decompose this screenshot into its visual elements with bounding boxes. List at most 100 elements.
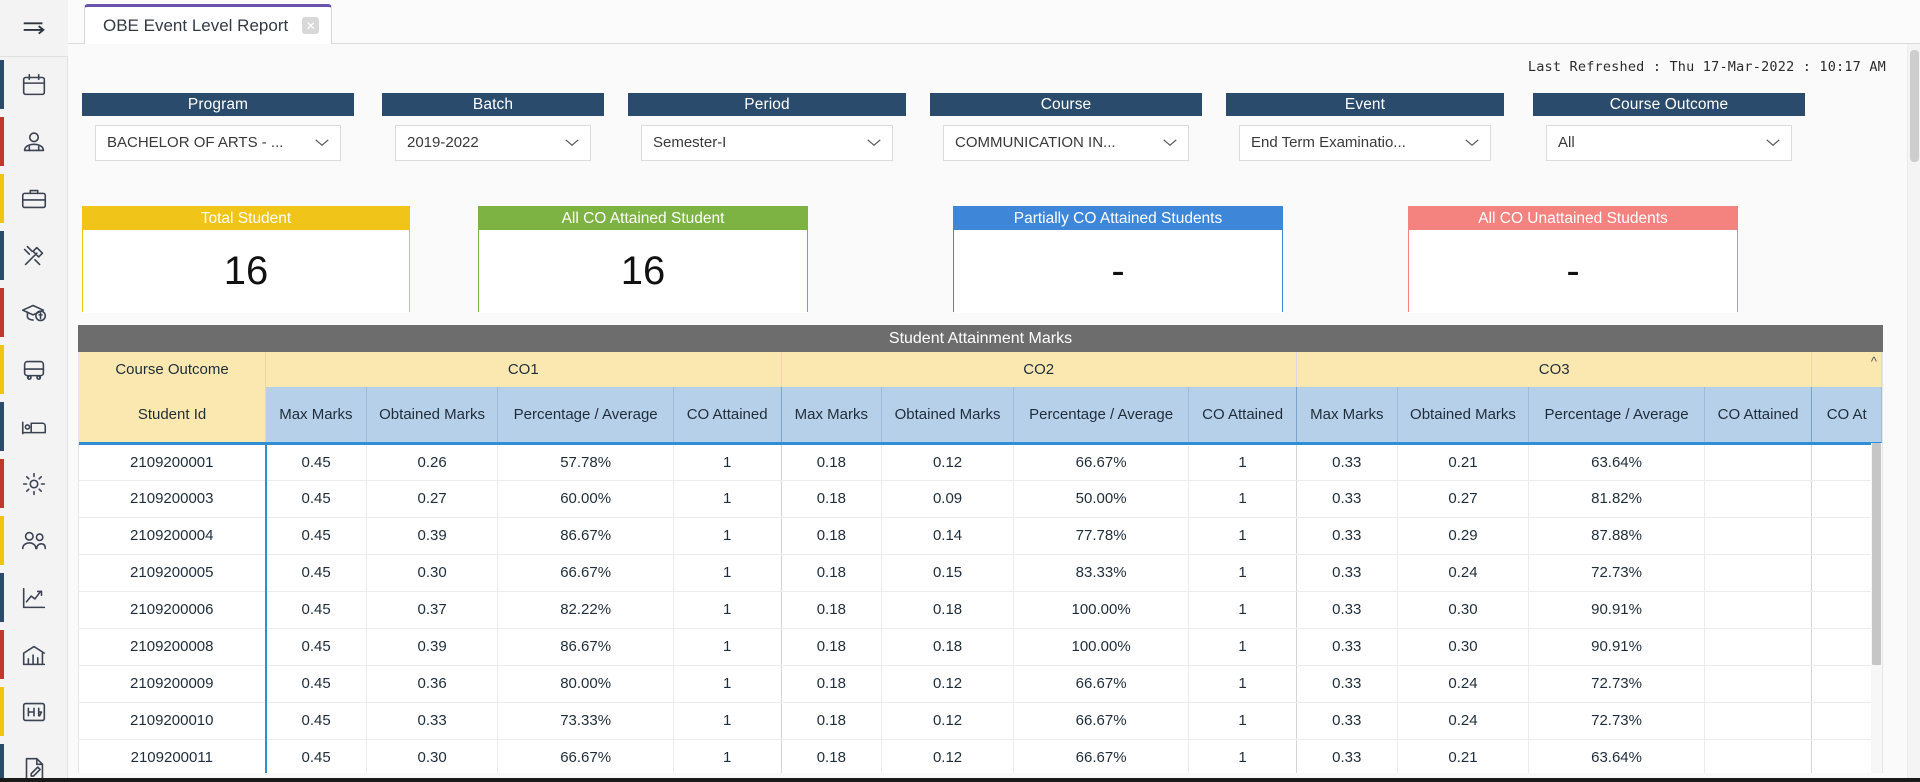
cell-co2-1: 0.18 — [881, 591, 1014, 629]
cell-student-id: 2109200004 — [79, 517, 267, 555]
close-icon[interactable]: ✕ — [302, 17, 320, 34]
cell-co1-0: 0.45 — [265, 443, 367, 481]
sidebar-item-hr[interactable] — [0, 683, 68, 740]
cell-co1-3: 1 — [673, 554, 782, 592]
grid-column-co1-max-marks[interactable]: Max Marks — [265, 387, 367, 445]
kpi-label: All CO Attained Student — [479, 207, 807, 230]
sidebar-toggle-button[interactable] — [0, 0, 68, 56]
kpi-value: - — [1409, 230, 1737, 313]
sidebar-accent-bar — [0, 516, 4, 565]
chevron-down-icon — [1163, 139, 1177, 147]
grid-column-co3-co-attained[interactable]: CO Attained — [1704, 387, 1813, 445]
sidebar-item-people[interactable] — [0, 512, 68, 569]
cell-co1-2: 82.22% — [497, 591, 674, 629]
chevron-up-icon[interactable]: ^ — [1871, 355, 1877, 368]
cell-student-id: 2109200001 — [79, 443, 267, 481]
cell-co2-1: 0.12 — [881, 739, 1014, 773]
cell-co1-2: 80.00% — [497, 665, 674, 703]
menu-expand-icon — [23, 22, 45, 35]
grid-column-co3-max-marks[interactable]: Max Marks — [1296, 387, 1398, 445]
filter-label: Period — [628, 93, 906, 116]
table-row[interactable]: 2109200011 0.45 0.30 66.67% 1 0.18 0.12 66.67% 1… — [79, 739, 1882, 773]
sidebar-item-document-edit[interactable] — [0, 740, 68, 782]
page-scrollbar-thumb[interactable] — [1910, 50, 1919, 162]
cell-co2-3: 1 — [1188, 554, 1297, 592]
cell-co1-1: 0.36 — [366, 665, 499, 703]
filter-course: Course COMMUNICATION IN... — [930, 93, 1202, 169]
cell-co3-0: 0.33 — [1296, 480, 1398, 518]
attainment-grid-container: Course Outcome CO1 CO2 CO3 Student Id Max Mar… — [78, 352, 1883, 773]
cell-student-id: 2109200011 — [79, 739, 267, 773]
grid-column-co1-percentage-average[interactable]: Percentage / Average — [497, 387, 674, 445]
table-row[interactable]: 2109200008 0.45 0.39 86.67% 1 0.18 0.18 100.00%… — [79, 628, 1882, 666]
hr-icon — [22, 702, 45, 721]
filter-body: Semester-I — [628, 116, 906, 169]
cell-co3-1: 0.24 — [1397, 665, 1530, 703]
filter-select-batch[interactable]: 2019-2022 — [395, 124, 591, 161]
table-row[interactable]: 2109200010 0.45 0.33 73.33% 1 0.18 0.12 66.67% 1… — [79, 702, 1882, 740]
grid-column-co3-co-attained-partial[interactable]: CO At — [1811, 387, 1882, 445]
grid-column-co2-percentage-average[interactable]: Percentage / Average — [1013, 387, 1190, 445]
grid-column-co2-obtained-marks[interactable]: Obtained Marks — [881, 387, 1014, 445]
table-row[interactable]: 2109200004 0.45 0.39 86.67% 1 0.18 0.14 77.78% 1… — [79, 517, 1882, 555]
tab-obe-event-level-report[interactable]: OBE Event Level Report ✕ — [84, 4, 333, 44]
tab-label: OBE Event Level Report — [103, 15, 289, 35]
filter-select-course-outcome[interactable]: All — [1546, 124, 1792, 161]
sidebar-item-line-chart[interactable] — [0, 569, 68, 626]
grid-scrollbar-thumb[interactable] — [1872, 443, 1881, 665]
kpi-label: Partially CO Attained Students — [954, 207, 1282, 230]
filter-label: Event — [1226, 93, 1504, 116]
table-row[interactable]: 2109200001 0.45 0.26 57.78% 1 0.18 0.12 66.67% 1… — [79, 443, 1882, 481]
sidebar-item-gear[interactable] — [0, 455, 68, 512]
table-row[interactable]: 2109200005 0.45 0.30 66.67% 1 0.18 0.15 83.33% 1… — [79, 554, 1882, 592]
table-row[interactable]: 2109200003 0.45 0.27 60.00% 1 0.18 0.09 50.00% 1… — [79, 480, 1882, 518]
grid-group-co2: CO2 — [781, 352, 1297, 387]
sidebar-accent-bar — [0, 231, 4, 280]
cell-co2-0: 0.18 — [781, 665, 883, 703]
cell-co2-2: 50.00% — [1013, 480, 1190, 518]
sidebar-item-bus[interactable] — [0, 341, 68, 398]
sidebar-item-hostel-bed[interactable] — [0, 398, 68, 455]
sidebar-item-tools[interactable] — [0, 227, 68, 284]
cell-co1-0: 0.45 — [265, 702, 367, 740]
sidebar-item-graduation-fee[interactable] — [0, 284, 68, 341]
filter-event: Event End Term Examinatio... — [1226, 93, 1504, 169]
grid-header-columns: Student Id Max Marks Obtained Marks Percent… — [79, 387, 1882, 445]
cell-co1-1: 0.33 — [366, 702, 499, 740]
grid-column-co3-percentage-average[interactable]: Percentage / Average — [1528, 387, 1705, 445]
bus-icon — [23, 360, 44, 380]
cell-co2-0: 0.18 — [781, 517, 883, 555]
grid-column-co3-obtained-marks[interactable]: Obtained Marks — [1397, 387, 1530, 445]
sidebar-item-staff-group[interactable] — [0, 113, 68, 170]
grid-column-co2-co-attained[interactable]: CO Attained — [1188, 387, 1297, 445]
grid-corner-course-outcome: Course Outcome — [79, 352, 267, 387]
sidebar-item-briefcase[interactable] — [0, 170, 68, 227]
cell-co1-2: 60.00% — [497, 480, 674, 518]
filter-select-program[interactable]: BACHELOR OF ARTS - ... — [95, 124, 341, 161]
cell-co1-0: 0.45 — [265, 517, 367, 555]
filter-select-event[interactable]: End Term Examinatio... — [1239, 124, 1491, 161]
cell-co3-2: 72.73% — [1528, 554, 1705, 592]
filter-label: Program — [82, 93, 354, 116]
cell-co1-3: 1 — [673, 702, 782, 740]
grid-column-co1-co-attained[interactable]: CO Attained — [673, 387, 782, 445]
grid-column-co2-max-marks[interactable]: Max Marks — [781, 387, 883, 445]
grid-vertical-scrollbar[interactable] — [1871, 443, 1882, 773]
briefcase-icon — [21, 189, 46, 208]
filter-select-period[interactable]: Semester-I — [641, 124, 893, 161]
cell-co1-2: 86.67% — [497, 628, 674, 666]
cell-co2-1: 0.12 — [881, 665, 1014, 703]
grid-column-student-id[interactable]: Student Id — [79, 387, 267, 445]
cell-co3-2: 63.64% — [1528, 739, 1705, 773]
table-row[interactable]: 2109200006 0.45 0.37 82.22% 1 0.18 0.18 100.00%… — [79, 591, 1882, 629]
grid-column-co1-obtained-marks[interactable]: Obtained Marks — [366, 387, 499, 445]
sidebar-item-bar-chart[interactable] — [0, 626, 68, 683]
filter-program: Program BACHELOR OF ARTS - ... — [82, 93, 354, 169]
table-row[interactable]: 2109200009 0.45 0.36 80.00% 1 0.18 0.12 66.67% 1… — [79, 665, 1882, 703]
cell-co1-2: 66.67% — [497, 554, 674, 592]
sidebar-item-calendar[interactable] — [0, 56, 68, 113]
kpi-value: - — [954, 230, 1282, 313]
page-vertical-scrollbar[interactable] — [1907, 44, 1920, 782]
filter-select-course[interactable]: COMMUNICATION IN... — [943, 124, 1189, 161]
cell-co1-3: 1 — [673, 665, 782, 703]
